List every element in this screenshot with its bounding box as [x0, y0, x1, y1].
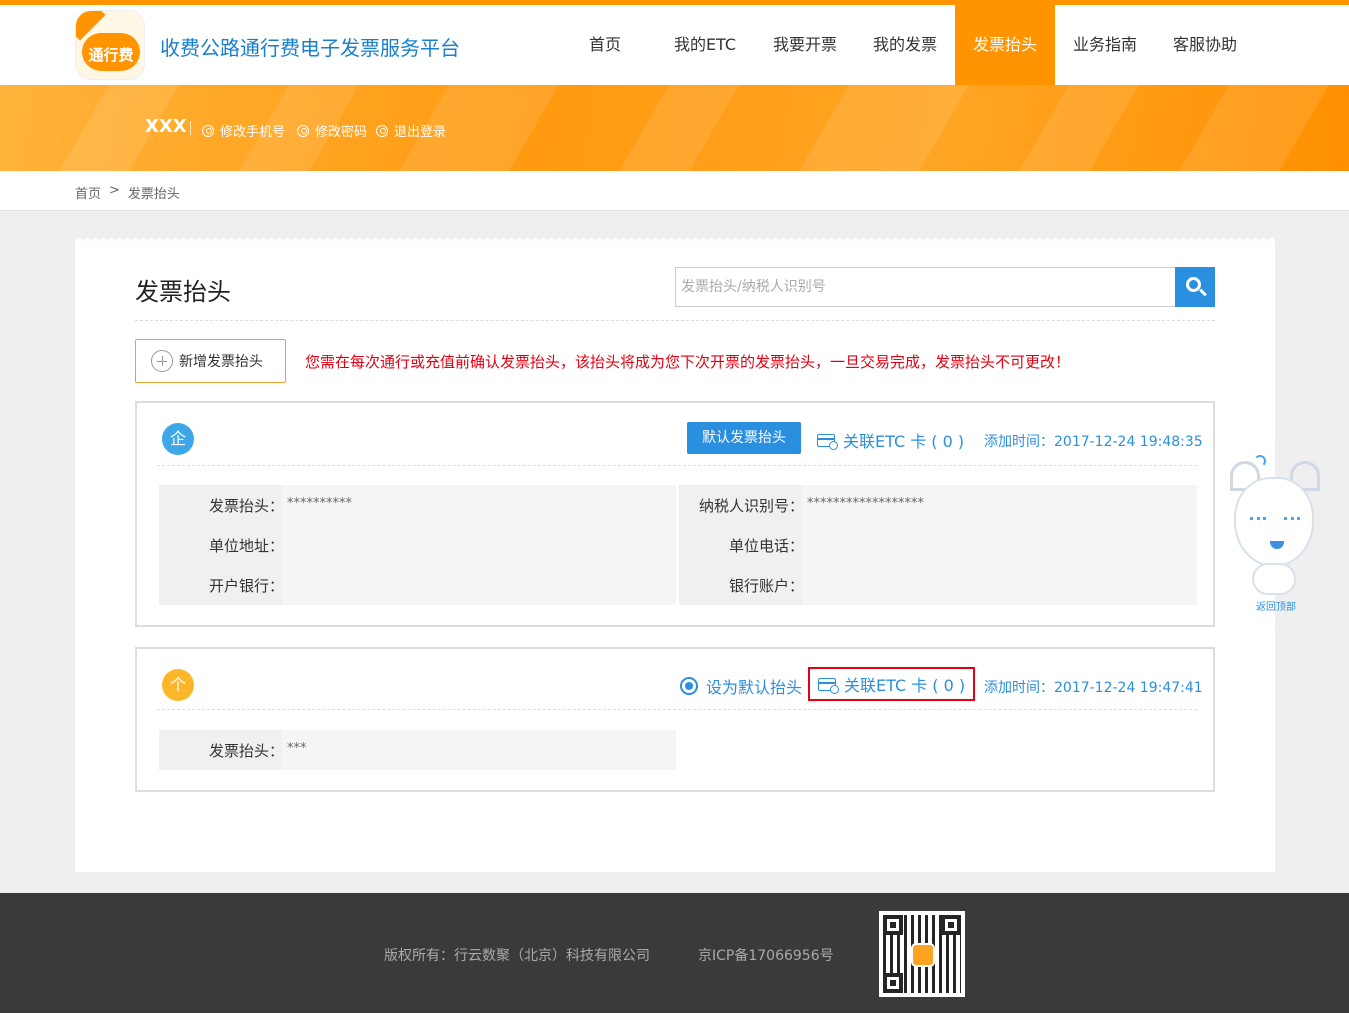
linked-etc-cards-link[interactable]: 关联ETC 卡 ( 0 )	[809, 425, 972, 455]
breadcrumb-current: 发票抬头	[127, 187, 180, 202]
change-phone-link[interactable]: 修改手机号	[202, 121, 285, 140]
field-value-title: ***	[287, 741, 307, 756]
add-invoice-title-button[interactable]: 新增发票抬头	[135, 339, 286, 383]
field-label-phone: 单位电话：	[728, 537, 804, 555]
search-box	[675, 267, 1215, 307]
personal-badge: 个	[162, 669, 194, 701]
qr-logo-icon	[911, 943, 935, 967]
info-block-left: 发票抬头： ***	[159, 730, 676, 770]
back-to-top-mascot[interactable]: 返回顶部	[1222, 455, 1327, 615]
username-divider	[190, 121, 191, 135]
site-footer: 版权所有：行云数聚（北京）科技有限公司 京ICP备17066956号	[0, 893, 1349, 1013]
mascot-body	[1252, 563, 1296, 595]
nav-home[interactable]: 首页	[555, 5, 655, 85]
mascot-head	[1234, 477, 1314, 567]
field-label-title: 发票抬头：	[208, 742, 284, 760]
breadcrumb-bar: 首页 > 发票抬头	[0, 171, 1349, 211]
field-label-address: 单位地址：	[208, 537, 284, 555]
card-icon	[817, 433, 838, 450]
radio-icon	[680, 677, 698, 695]
field-label-title: 发票抬头：	[208, 497, 284, 515]
field-value-tax-id: ******************	[807, 496, 924, 511]
linked-etc-cards-link[interactable]: 关联ETC 卡 ( 0 )	[808, 667, 976, 701]
enterprise-badge: 企	[162, 423, 194, 455]
user-banner: XXX 修改手机号 修改密码 退出登录	[0, 85, 1349, 171]
page-title: 发票抬头	[135, 278, 231, 306]
field-label-bank: 开户银行：	[208, 577, 284, 595]
field-label-account: 银行账户：	[728, 577, 804, 595]
user-icon	[202, 124, 214, 137]
set-default-radio[interactable]: 设为默认抬头	[680, 674, 802, 698]
invoice-title-card-enterprise: 企 默认发票抬头 关联ETC 卡 ( 0 ) 添加时间：2017-12-24 1…	[135, 401, 1215, 627]
search-input[interactable]	[676, 268, 1176, 306]
main-nav: 首页 我的ETC 我要开票 我的发票 发票抬头 业务指南 客服协助	[555, 5, 1255, 85]
user-icon	[376, 124, 388, 137]
site-title: 收费公路通行费电子发票服务平台	[160, 36, 460, 60]
change-password-link[interactable]: 修改密码	[297, 121, 367, 140]
info-block-left: 发票抬头： ********** 单位地址： 开户银行：	[159, 485, 676, 605]
site-header: 通行费 收费公路通行费电子发票服务平台 首页 我的ETC 我要开票 我的发票 发…	[0, 5, 1349, 85]
added-time: 添加时间：2017-12-24 19:48:35	[984, 434, 1203, 450]
username: XXX	[145, 116, 187, 137]
logo-text: 通行费	[88, 46, 134, 64]
back-to-top-label[interactable]: 返回顶部	[1236, 598, 1316, 613]
plus-circle-icon	[151, 350, 173, 372]
nav-business-guide[interactable]: 业务指南	[1055, 5, 1155, 85]
search-button[interactable]	[1175, 267, 1215, 307]
footer-copyright: 版权所有：行云数聚（北京）科技有限公司	[384, 948, 650, 964]
breadcrumb-home[interactable]: 首页	[75, 183, 101, 202]
user-icon	[297, 124, 309, 137]
site-logo[interactable]: 通行费	[75, 10, 145, 80]
info-block-right: 纳税人识别号： ****************** 单位电话： 银行账户：	[679, 485, 1197, 605]
content-panel: 发票抬头 新增发票抬头 您需在每次通行或充值前确认发票抬头，该抬头将成为您下次开…	[75, 235, 1275, 872]
breadcrumb-separator: >	[109, 183, 120, 198]
nav-my-invoices[interactable]: 我的发票	[855, 5, 955, 85]
added-time: 添加时间：2017-12-24 19:47:41	[984, 680, 1203, 696]
field-label-tax-id: 纳税人识别号：	[698, 497, 804, 515]
field-value-title: **********	[287, 496, 352, 511]
card-divider	[157, 465, 1197, 466]
invoice-title-card-personal: 个 设为默认抬头 关联ETC 卡 ( 0 ) 添加时间：2017-12-24 1…	[135, 647, 1215, 792]
scalloped-edge	[75, 235, 1275, 241]
warning-message: 您需在每次通行或充值前确认发票抬头，该抬头将成为您下次开票的发票抬头，一旦交易完…	[305, 353, 1071, 371]
card-divider	[157, 709, 1197, 710]
nav-issue-invoice[interactable]: 我要开票	[755, 5, 855, 85]
divider	[135, 320, 1215, 321]
breadcrumb: 首页 > 发票抬头	[75, 183, 180, 202]
qr-code	[879, 911, 965, 997]
footer-icp[interactable]: 京ICP备17066956号	[698, 945, 834, 965]
nav-my-etc[interactable]: 我的ETC	[655, 5, 755, 85]
nav-invoice-titles[interactable]: 发票抬头	[955, 5, 1055, 85]
logout-link[interactable]: 退出登录	[376, 121, 446, 140]
nav-customer-service[interactable]: 客服协助	[1155, 5, 1255, 85]
card-icon	[818, 677, 839, 694]
default-invoice-title-button[interactable]: 默认发票抬头	[687, 422, 801, 454]
